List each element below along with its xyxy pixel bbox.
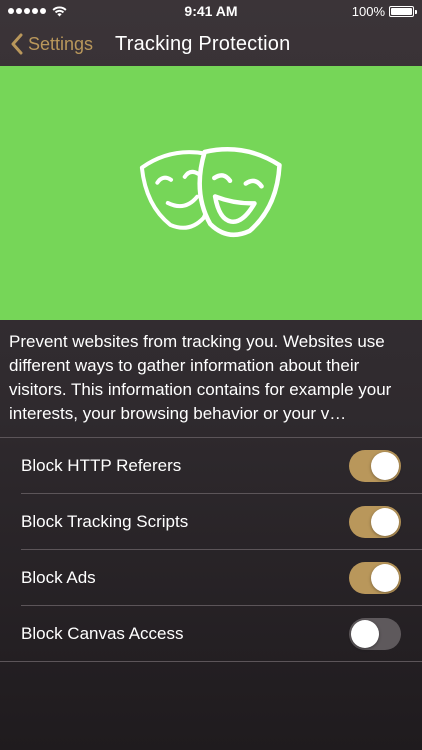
toggle-row-block-canvas-access: Block Canvas Access xyxy=(0,606,422,662)
status-bar: 9:41 AM 100% xyxy=(0,0,422,22)
toggle-row-block-ads: Block Ads xyxy=(0,550,422,606)
toggle-list: Block HTTP Referers Block Tracking Scrip… xyxy=(0,437,422,662)
block-http-referers-switch[interactable] xyxy=(349,450,401,482)
battery-percent: 100% xyxy=(351,3,385,19)
toggle-label: Block HTTP Referers xyxy=(21,456,182,475)
toggle-row-block-http-referers: Block HTTP Referers xyxy=(0,438,422,494)
chevron-left-icon xyxy=(11,33,23,55)
status-left xyxy=(8,5,67,17)
back-button-label: Settings xyxy=(28,33,94,54)
block-ads-switch[interactable] xyxy=(349,562,401,594)
toggle-label: Block Ads xyxy=(21,568,96,587)
hero-banner xyxy=(0,66,422,320)
signal-strength-icon xyxy=(8,8,46,14)
toggle-label: Block Canvas Access xyxy=(21,623,184,643)
back-button[interactable]: Settings xyxy=(0,33,93,55)
toggle-row-block-tracking-scripts: Block Tracking Scripts xyxy=(0,494,422,550)
battery-icon xyxy=(389,5,417,17)
status-right: 100% xyxy=(351,3,417,19)
navigation-bar: Settings Tracking Protection xyxy=(0,22,422,66)
block-tracking-scripts-switch[interactable] xyxy=(349,506,401,538)
toggle-label: Block Tracking Scripts xyxy=(21,512,189,531)
description-text: Prevent websites from tracking you. Webs… xyxy=(9,332,392,423)
wifi-icon xyxy=(52,5,67,16)
page-title: Tracking Protection xyxy=(115,32,291,55)
theater-masks-icon xyxy=(139,147,282,238)
block-canvas-access-switch[interactable] xyxy=(349,617,401,650)
